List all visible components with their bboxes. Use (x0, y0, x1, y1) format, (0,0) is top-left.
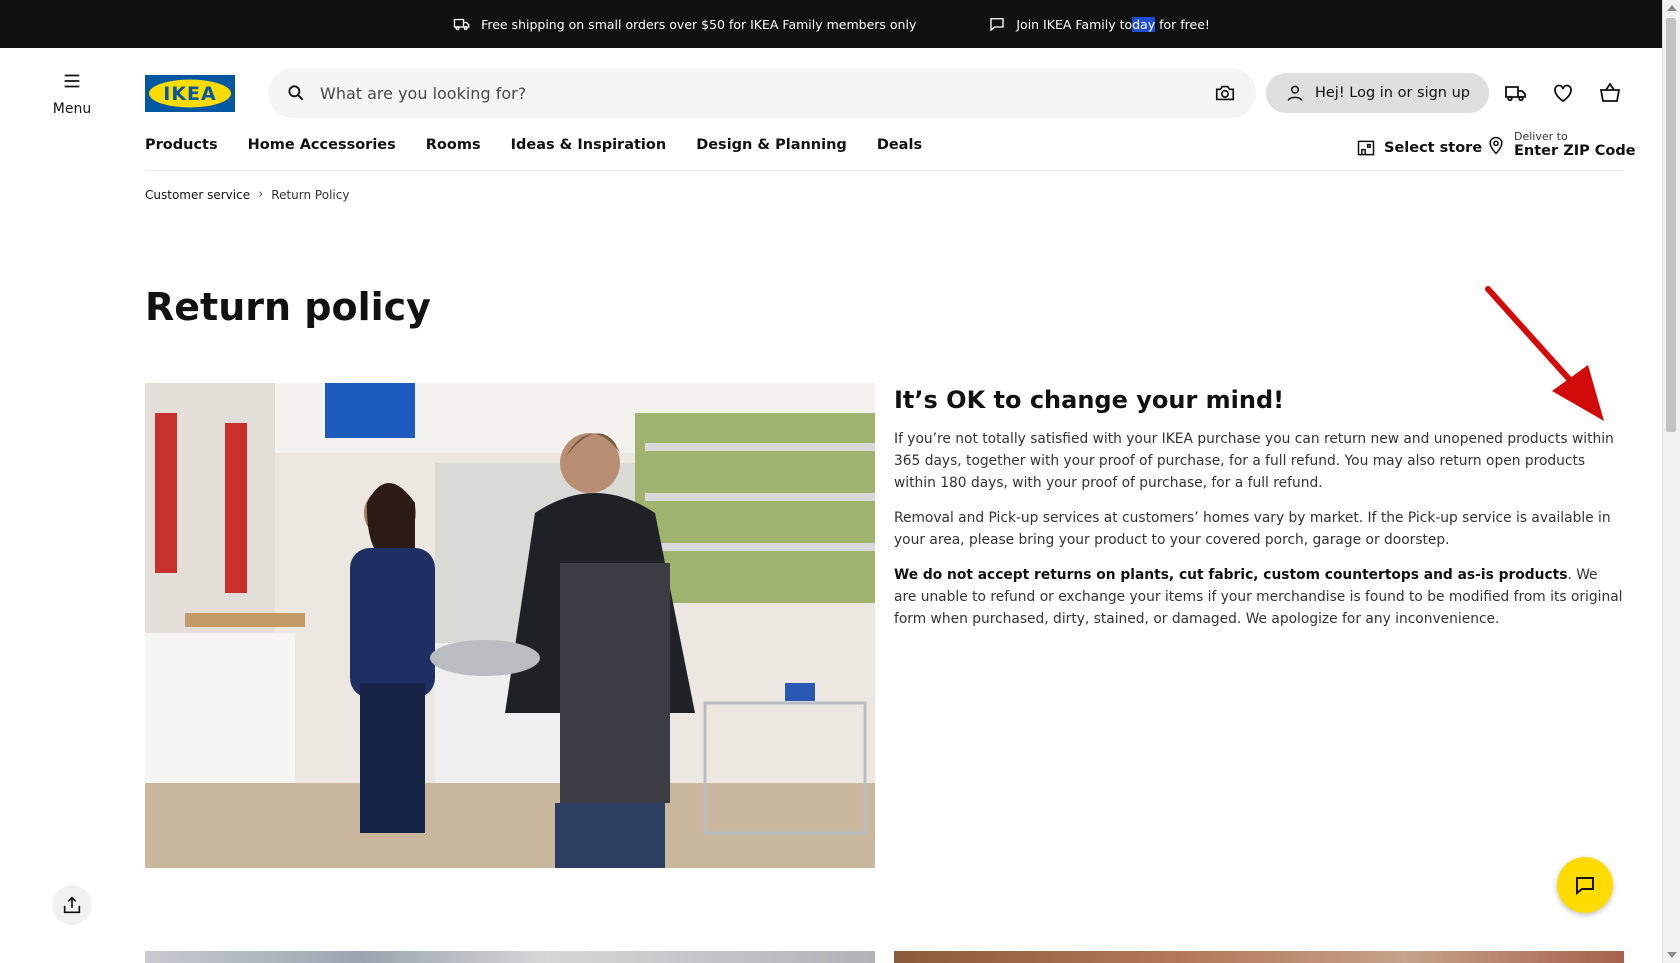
nav-item-deals[interactable]: Deals (877, 137, 922, 153)
page-title: Return policy (145, 285, 431, 329)
main-nav: Products Home Accessories Rooms Ideas & … (145, 137, 922, 153)
nav-item-ideas[interactable]: Ideas & Inspiration (511, 137, 667, 153)
policy-text: It’s OK to change your mind! If you’re n… (894, 386, 1624, 643)
nav-item-products[interactable]: Products (145, 137, 218, 153)
chat-bubble-icon (990, 18, 1005, 32)
shopping-bag-icon[interactable] (1598, 81, 1622, 105)
promo-family-text: Join IKEA Family today for free! (1016, 16, 1210, 32)
search-icon[interactable] (286, 83, 306, 103)
breadcrumb-customer-service[interactable]: Customer service (145, 188, 250, 202)
location-pin-icon (1489, 136, 1503, 154)
menu-button[interactable]: Menu (46, 70, 98, 117)
deliver-to-label: Deliver to (1514, 130, 1568, 143)
promo-shipping-text: Free shipping on small orders over $50 f… (481, 16, 917, 32)
scroll-up-arrow[interactable] (1667, 5, 1677, 11)
login-label: Hej! Log in or sign up (1314, 85, 1471, 101)
chat-icon (1576, 877, 1594, 896)
policy-paragraph-1: If you’re not totally satisfied with you… (894, 431, 1614, 491)
select-store-button[interactable]: Select store (1356, 138, 1482, 158)
next-section-image-1 (145, 951, 875, 963)
promo-bar: Free shipping on small orders over $50 f… (0, 0, 1663, 48)
share-icon (63, 896, 81, 914)
deliver-to-button[interactable]: Deliver to Enter ZIP Code (1486, 130, 1636, 159)
search-bar[interactable] (268, 68, 1256, 118)
nav-item-rooms[interactable]: Rooms (426, 137, 481, 153)
scroll-thumb[interactable] (1666, 18, 1676, 432)
chevron-right-icon: › (258, 187, 264, 202)
delivery-truck-icon (453, 18, 470, 31)
policy-paragraph-2: Removal and Pick-up services at customer… (894, 510, 1611, 548)
camera-icon[interactable] (1214, 82, 1236, 104)
share-button[interactable] (52, 885, 92, 925)
logo-text: IKEA (163, 83, 216, 105)
next-section-image-2 (894, 951, 1624, 963)
ikea-logo[interactable]: IKEA (145, 75, 235, 112)
promo-shipping[interactable]: Free shipping on small orders over $50 f… (453, 15, 916, 33)
hamburger-icon (64, 74, 80, 88)
delivery-truck-icon[interactable] (1504, 81, 1528, 105)
page-scrollbar[interactable] (1662, 0, 1680, 963)
store-photo (145, 383, 875, 868)
breadcrumb: Customer service › Return Policy (145, 187, 349, 202)
login-button[interactable]: Hej! Log in or sign up (1266, 73, 1489, 113)
nav-divider (145, 170, 1624, 171)
policy-exclusions: We do not accept returns on plants, cut … (894, 567, 1568, 583)
scroll-down-arrow[interactable] (1667, 952, 1677, 958)
annotation-arrow (1485, 286, 1604, 421)
chat-button[interactable] (1557, 857, 1613, 913)
zip-code-label: Enter ZIP Code (1514, 143, 1636, 159)
menu-label: Menu (52, 101, 92, 117)
user-icon (1287, 85, 1303, 101)
promo-family-post: for free! (1155, 16, 1210, 32)
policy-paragraph-3: We do not accept returns on plants, cut … (894, 564, 1624, 630)
nav-item-home-accessories[interactable]: Home Accessories (248, 137, 396, 153)
heart-icon[interactable] (1551, 81, 1575, 105)
promo-family-pre: Join IKEA Family to (1016, 16, 1133, 32)
store-icon (1357, 140, 1375, 156)
breadcrumb-return-policy: Return Policy (271, 187, 350, 202)
select-store-label: Select store (1384, 140, 1483, 156)
nav-item-design-planning[interactable]: Design & Planning (696, 137, 847, 153)
search-input[interactable] (318, 82, 1214, 104)
selected-text-highlight: day (1132, 16, 1156, 32)
promo-family[interactable]: Join IKEA Family today for free! (988, 15, 1210, 33)
deliver-text: Deliver to Enter ZIP Code (1514, 130, 1636, 159)
